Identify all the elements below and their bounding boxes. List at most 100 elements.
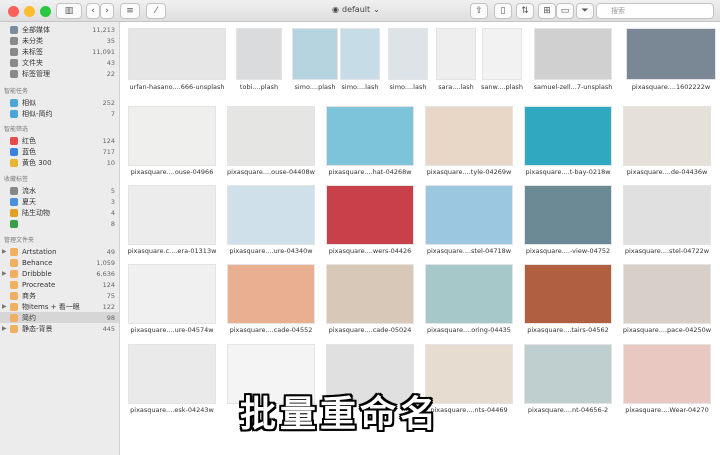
sidebar-item-label: 未分类 — [22, 36, 43, 45]
sidebar-item-count: 75 — [106, 291, 115, 300]
sidebar-item[interactable]: 8 — [0, 218, 119, 229]
sidebar-item-label: 标签管理 — [22, 69, 50, 78]
media-thumbnail — [128, 264, 216, 324]
sidebar-item-count: 35 — [106, 36, 115, 45]
sidebar-item-icon — [10, 247, 18, 256]
media-thumbnail — [623, 106, 711, 166]
sidebar-item[interactable]: Procreate 124 — [0, 279, 119, 290]
media-caption: pixasquare....nt-04656-2 — [527, 406, 609, 414]
back-button[interactable]: ‹ — [86, 3, 100, 19]
disclosure-arrow-icon[interactable]: ▶ — [2, 270, 7, 277]
sidebar-item[interactable]: 未分类 35 — [0, 35, 119, 46]
sidebar-item-icon — [10, 291, 18, 300]
sidebar-item-count: 4 — [110, 208, 115, 217]
media-caption: sanw....plash — [481, 83, 523, 91]
media-caption: pixasquare....pace-04250w — [622, 326, 712, 334]
sidebar-item-count: 98 — [106, 313, 115, 322]
media-thumbnail — [623, 185, 711, 245]
sidebar-item-icon — [10, 324, 18, 333]
view-mode-button[interactable]: ≡ — [120, 3, 140, 19]
media-caption: samuel-zell...7-unsplash — [533, 83, 613, 91]
sidebar-item-count: 3 — [110, 197, 115, 206]
media-thumbnail — [623, 264, 711, 324]
sidebar-item-icon — [10, 47, 18, 56]
media-caption: pixasquare....-view-04752 — [525, 247, 611, 255]
media-caption: pixasquare....t-bay-0218w — [525, 168, 611, 176]
sidebar-item-icon — [10, 269, 18, 278]
sidebar-item-icon — [10, 58, 18, 67]
sidebar-item[interactable]: 相似-简约 7 — [0, 108, 119, 119]
minimize-button[interactable] — [24, 6, 35, 17]
info-button[interactable]: ▯ — [494, 3, 512, 19]
sidebar-item[interactable]: 简约 98 — [0, 312, 119, 323]
sidebar-item[interactable]: 标签管理 22 — [0, 68, 119, 79]
filter-button[interactable]: ⏷ — [576, 3, 594, 19]
sidebar-item[interactable]: ▶ 静态-背景 445 — [0, 323, 119, 334]
media-caption: pixasquare....Wear-04270 — [625, 406, 709, 414]
sidebar-item[interactable]: 文件夹 43 — [0, 57, 119, 68]
sidebar-item[interactable]: 陆生动物 4 — [0, 207, 119, 218]
media-caption: simo....lash — [341, 83, 379, 91]
media-caption: pixasquare....de-04436w — [626, 168, 708, 176]
close-button[interactable] — [8, 6, 19, 17]
sidebar-item[interactable]: 夏天 3 — [0, 196, 119, 207]
sidebar-item-label: 商务 — [22, 291, 36, 300]
sidebar-item-label: 红色 — [22, 136, 36, 145]
sidebar-item[interactable]: ▶ Dribbble 6,636 — [0, 268, 119, 279]
sidebar-item-icon — [10, 136, 18, 145]
media-caption: pixasquare....stel-04722w — [624, 247, 710, 255]
sidebar-item-label: 黄色 300 — [22, 158, 52, 167]
sidebar-toggle-button[interactable]: ▥ — [56, 3, 82, 19]
share-button[interactable]: ⇧ — [470, 3, 488, 19]
disclosure-arrow-icon[interactable]: ▶ — [2, 248, 7, 255]
edit-button[interactable]: ⁄ — [146, 3, 166, 19]
sidebar-item-icon — [10, 36, 18, 45]
search-input[interactable]: 搜索 — [596, 3, 714, 19]
sidebar-item-count: 124 — [102, 136, 115, 145]
sidebar-item[interactable]: 相似 252 — [0, 97, 119, 108]
media-caption: urfan-hasano....666-unsplash — [129, 83, 225, 91]
sidebar-item[interactable]: 红色 124 — [0, 135, 119, 146]
sidebar-item[interactable]: ▶ 物items + 看一眼 122 — [0, 301, 119, 312]
sidebar-item[interactable]: 未标签 11,091 — [0, 46, 119, 57]
media-caption: pixasquare....hat-04268w — [328, 168, 412, 176]
media-caption: tobi....plash — [239, 83, 279, 91]
sidebar-item[interactable]: 流水 5 — [0, 185, 119, 196]
sidebar-item[interactable]: 商务 75 — [0, 290, 119, 301]
sidebar-section-heading: 管理文件夹 — [4, 237, 35, 244]
media-caption: simo....lash — [389, 83, 427, 91]
sidebar-item[interactable]: Behance 1,059 — [0, 257, 119, 268]
sidebar-item-icon — [10, 158, 18, 167]
forward-button[interactable]: › — [100, 3, 114, 19]
sidebar-section-heading: 智能任务 — [4, 88, 29, 95]
media-caption: pixasquare....wers-04426 — [328, 247, 412, 255]
sort-button[interactable]: ⇅ — [516, 3, 534, 19]
media-thumbnail — [425, 185, 513, 245]
media-thumbnail — [626, 28, 716, 80]
sidebar: 全部媒体 11,213 未分类 35 未标签 11,091 文件夹 43 标签管理 22 智能任务相… — [0, 22, 120, 455]
fullscreen-button[interactable]: ⊞ — [538, 3, 556, 19]
zoom-button[interactable] — [40, 6, 51, 17]
display-button[interactable]: ▭ — [556, 3, 574, 19]
sidebar-item-icon — [10, 98, 18, 107]
sidebar-item-label: 夏天 — [22, 197, 36, 206]
sidebar-item-count: 445 — [102, 324, 115, 333]
library-name: default — [341, 5, 371, 14]
media-thumbnail — [326, 185, 414, 245]
sidebar-item-count: 49 — [106, 247, 115, 256]
sidebar-item[interactable]: ▶ Artstation 49 — [0, 246, 119, 257]
sidebar-section-heading: 收藏标签 — [4, 176, 29, 183]
sidebar-item[interactable]: 黄色 300 10 — [0, 157, 119, 168]
sidebar-item-label: 简约 — [22, 313, 36, 322]
disclosure-arrow-icon[interactable]: ▶ — [2, 325, 7, 332]
sidebar-item[interactable]: 蓝色 717 — [0, 146, 119, 157]
disclosure-arrow-icon[interactable]: ▶ — [2, 303, 7, 310]
media-caption: pixasquare....ure-04574w — [130, 326, 214, 334]
sidebar-item-label: Artstation — [22, 247, 57, 256]
media-caption: pixasquare....stel-04718w — [426, 247, 512, 255]
media-caption: pixasquare....1602222w — [631, 83, 711, 91]
media-thumbnail — [524, 185, 612, 245]
library-selector[interactable]: ◉ default ⌄ — [332, 5, 380, 14]
sidebar-item[interactable]: 全部媒体 11,213 — [0, 24, 119, 35]
media-thumbnail — [425, 264, 513, 324]
